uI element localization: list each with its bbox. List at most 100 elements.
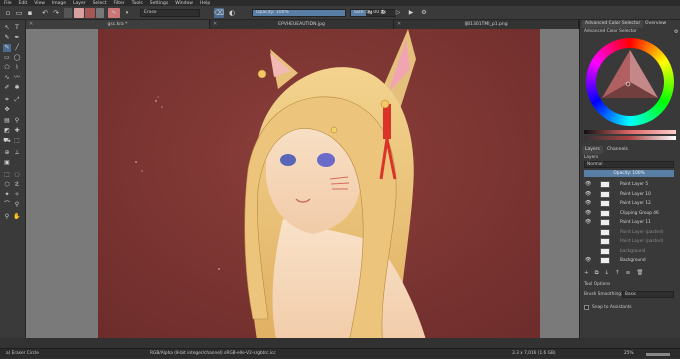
move-up-icon[interactable]: ↑	[615, 270, 620, 278]
outline-select-icon[interactable]: ☡	[13, 181, 21, 189]
close-icon[interactable]: ✕	[213, 20, 217, 29]
brush-smoothing-select[interactable]: Basic	[622, 291, 674, 298]
fill-tool-icon[interactable]: ⛟	[3, 137, 11, 145]
color-picker-icon[interactable]: ⚲	[13, 117, 21, 125]
ellipse-tool-icon[interactable]: ◯	[13, 54, 21, 62]
visibility-eye-icon[interactable]: 👁	[585, 199, 591, 208]
pattern-icon[interactable]	[96, 8, 104, 18]
foreground-color-swatch[interactable]	[74, 8, 84, 18]
colorize-mask-icon[interactable]: ◩	[3, 127, 11, 135]
magnetic-select-icon[interactable]: ⚲	[13, 201, 21, 209]
layer-row[interactable]: 👁 Paint Layer 11	[580, 218, 677, 227]
menu-settings[interactable]: Settings	[150, 1, 168, 6]
visibility-eye-icon[interactable]: 👁	[585, 180, 591, 189]
layer-row[interactable]: 👁 Paint Layer 10	[580, 190, 677, 199]
polygon-tool-icon[interactable]: ⬠	[3, 64, 11, 72]
tab-channels[interactable]: Channels	[604, 146, 631, 154]
transform-tool-icon[interactable]: ⤢	[13, 96, 21, 104]
bezier-select-icon[interactable]: ⌒	[3, 201, 11, 209]
menu-layer[interactable]: Layer	[73, 1, 86, 6]
visibility-eye-icon[interactable]: 👁	[585, 218, 591, 227]
measure-tool-icon[interactable]: ⟂	[13, 149, 21, 157]
layer-row[interactable]: Paint Layer (pasted)	[580, 228, 677, 237]
rectangle-tool-icon[interactable]: ▭	[3, 54, 11, 62]
similar-select-icon[interactable]: ✧	[13, 191, 21, 199]
dynamic-brush-icon[interactable]: ✐	[3, 84, 11, 92]
freehand-path-icon[interactable]: 〰	[13, 74, 21, 82]
zoom-tool-icon[interactable]: ⚲	[3, 213, 11, 221]
zoom-slider[interactable]	[646, 353, 670, 356]
close-icon[interactable]: ✕	[397, 20, 401, 29]
contiguous-select-icon[interactable]: ✦	[3, 191, 11, 199]
reference-images-icon[interactable]: ▣	[3, 159, 11, 167]
fill-gradients-icon[interactable]	[64, 8, 72, 18]
layer-row[interactable]: 👁 Paint Layer 12	[580, 199, 677, 208]
blend-mode-select[interactable]: Erase	[140, 9, 200, 17]
duplicate-layer-icon[interactable]: ⧉	[595, 270, 599, 278]
tab-layers[interactable]: Layers	[582, 146, 603, 154]
assistant-tool-icon[interactable]: ⊕	[3, 149, 11, 157]
multibrush-icon[interactable]: ✱	[13, 84, 21, 92]
layer-row[interactable]: background	[580, 247, 677, 256]
text-tool-icon[interactable]: T	[13, 24, 21, 32]
layer-row[interactable]: 👁 Clipping Group 46	[580, 209, 677, 218]
visibility-eye-icon[interactable]: 👁	[585, 256, 591, 265]
tab-epvheu-jpg[interactable]: ✕ EPVHEUEAUTIDN.jpg	[210, 20, 394, 29]
visibility-eye-icon[interactable]: 👁	[585, 209, 591, 218]
menu-tools[interactable]: Tools	[132, 1, 143, 6]
edit-shapes-icon[interactable]: ✎	[3, 34, 11, 42]
color-settings-icon[interactable]: ⚙	[674, 29, 678, 35]
background-color-swatch[interactable]	[85, 8, 95, 18]
undo-icon[interactable]: ↶	[40, 8, 50, 18]
crop-tool-icon[interactable]: ⌗	[3, 96, 11, 104]
smart-patch-icon[interactable]: ✚	[13, 127, 21, 135]
line-tool-icon[interactable]: ╱	[13, 44, 21, 52]
opacity-slider[interactable]: Opacity: 100%	[252, 9, 346, 17]
menu-image[interactable]: Image	[52, 1, 66, 6]
color-wheel[interactable]	[584, 36, 676, 128]
menu-file[interactable]: File	[4, 1, 12, 6]
layer-row[interactable]: 👁 Background	[580, 256, 677, 265]
wrap-around-icon[interactable]: ▷	[393, 8, 403, 18]
snap-assistants-checkbox[interactable]	[584, 305, 589, 310]
save-icon[interactable]: ▪	[25, 8, 35, 18]
bezier-tool-icon[interactable]: ∿	[3, 74, 11, 82]
layer-row[interactable]: 👁 Paint Layer 5	[580, 180, 677, 189]
close-icon[interactable]: ✕	[29, 20, 33, 29]
gradient-tool-icon[interactable]: ▤	[3, 117, 11, 125]
artwork-canvas[interactable]	[98, 29, 540, 338]
color-history-strip[interactable]	[584, 130, 676, 134]
menu-edit[interactable]: Edit	[19, 1, 28, 6]
pan-tool-icon[interactable]: ✋	[13, 213, 21, 221]
menu-help[interactable]: Help	[200, 1, 210, 6]
settings-icon[interactable]: ⚙	[419, 8, 429, 18]
select-shapes-icon[interactable]: ↖	[3, 24, 11, 32]
visibility-eye-icon[interactable]: 👁	[585, 190, 591, 199]
move-tool-icon[interactable]: ✥	[3, 106, 11, 114]
canvas-only-icon[interactable]: ▶	[406, 8, 416, 18]
brush-preset-icon[interactable]: ✎	[108, 8, 120, 18]
recent-colors-strip[interactable]	[584, 136, 676, 140]
eraser-mode-icon[interactable]: ⌫	[214, 8, 224, 18]
preserve-alpha-icon[interactable]: ◐	[227, 8, 237, 18]
canvas-area[interactable]	[26, 29, 579, 338]
polygon-select-icon[interactable]: ⬡	[3, 181, 11, 189]
menu-filter[interactable]: Filter	[113, 1, 124, 6]
tab-ijb1301-png[interactable]: ✕ IJB1301TMI_p1.png	[394, 20, 579, 29]
polyline-tool-icon[interactable]: ⌇	[13, 64, 21, 72]
presets-dropdown-icon[interactable]: ▾	[122, 8, 132, 18]
enclose-fill-icon[interactable]: ⬚	[13, 137, 21, 145]
layer-opacity-slider[interactable]: Opacity: 100%	[584, 170, 674, 177]
menu-select[interactable]: Select	[93, 1, 107, 6]
open-document-icon[interactable]: ▭	[14, 8, 24, 18]
tab-gsc-kra[interactable]: ✕ gsc.kra *	[26, 20, 210, 29]
layer-row[interactable]: Paint Layer (pasted)	[580, 237, 677, 246]
new-document-icon[interactable]: ▫	[3, 8, 13, 18]
layer-properties-icon[interactable]: ≡	[626, 270, 631, 278]
layer-blend-select[interactable]: Normal	[584, 161, 674, 168]
freehand-brush-icon[interactable]: ✎	[3, 44, 11, 52]
tab-overview[interactable]: Overview	[642, 20, 669, 28]
delete-layer-icon[interactable]: 🗑	[636, 270, 643, 278]
add-layer-icon[interactable]: +	[584, 270, 589, 278]
rect-select-icon[interactable]: ⬚	[3, 171, 11, 179]
